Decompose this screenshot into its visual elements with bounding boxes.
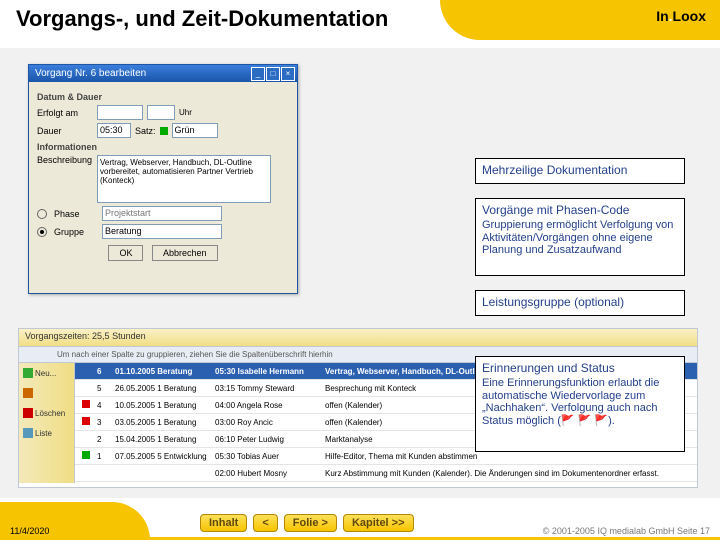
- edit-dialog: Vorgang Nr. 6 bearbeiten _ □ × Datum & D…: [28, 64, 298, 294]
- slide-body: Vorgang Nr. 6 bearbeiten _ □ × Datum & D…: [0, 48, 720, 498]
- nav-chapter[interactable]: Kapitel >>: [343, 514, 414, 532]
- dialog-titlebar[interactable]: Vorgang Nr. 6 bearbeiten _ □ ×: [29, 65, 297, 82]
- gruppe-select[interactable]: Beratung: [102, 224, 222, 239]
- footer-date: 11/4/2020: [10, 526, 49, 536]
- list-icon: [23, 428, 33, 438]
- section-info: Informationen: [37, 142, 289, 152]
- list-button[interactable]: Liste: [19, 423, 74, 443]
- dauer-label: Dauer: [37, 126, 93, 136]
- flag-icon: [82, 400, 90, 408]
- brand-logo: In.Loox: [656, 8, 706, 24]
- flag-icon: [82, 451, 90, 459]
- grid-header: Vorgangszeiten: 25,5 Stunden: [19, 329, 697, 347]
- footer-nav: Inhalt < Folie > Kapitel >>: [200, 514, 414, 532]
- new-button[interactable]: Neu...: [19, 363, 74, 383]
- close-button[interactable]: ×: [281, 67, 295, 81]
- phase-select[interactable]: Projektstart: [102, 206, 222, 221]
- dauer-field[interactable]: 05:30: [97, 123, 131, 138]
- beschr-textarea[interactable]: Vertrag, Webserver, Handbuch, DL-Outline…: [97, 155, 271, 203]
- x-icon: [23, 408, 33, 418]
- table-row[interactable]: 02:00 Hubert MosnyKurz Abstimmung mit Ku…: [75, 465, 697, 482]
- erfolgtem-label: Erfolgt am: [37, 108, 93, 118]
- time-field[interactable]: [147, 105, 175, 120]
- nav-prev[interactable]: <: [253, 514, 277, 532]
- plus-icon: [23, 368, 33, 378]
- satz-field[interactable]: Grün: [172, 123, 218, 138]
- slide-footer: 11/4/2020 Inhalt < Folie > Kapitel >> © …: [0, 498, 720, 540]
- slide-header: Vorgangs-, und Zeit-Dokumentation In.Loo…: [0, 0, 720, 48]
- open-button[interactable]: [19, 383, 74, 403]
- minimize-button[interactable]: _: [251, 67, 265, 81]
- date-field[interactable]: [97, 105, 143, 120]
- gruppe-label: Gruppe: [54, 227, 98, 237]
- dialog-title-text: Vorgang Nr. 6 bearbeiten: [35, 68, 146, 79]
- nav-next[interactable]: Folie >: [284, 514, 337, 532]
- arrow-icon: [23, 388, 33, 398]
- grid-sidebar: Neu... Löschen Liste: [19, 363, 75, 483]
- beschr-label: Beschreibung: [37, 155, 93, 165]
- ok-button[interactable]: OK: [108, 245, 143, 261]
- callout-gruppe: Leistungsgruppe (optional): [475, 290, 685, 316]
- footer-copy: © 2001-2005 IQ medialab GmbH Seite 17: [543, 526, 710, 536]
- callout-status: Erinnerungen und StatusEine Erinnerungsf…: [475, 356, 685, 452]
- slide-title: Vorgangs-, und Zeit-Dokumentation: [16, 6, 388, 32]
- satz-label: Satz:: [135, 126, 156, 136]
- callout-phase: Vorgänge mit Phasen-CodeGruppierung ermö…: [475, 198, 685, 276]
- nav-inhalt[interactable]: Inhalt: [200, 514, 247, 532]
- maximize-button[interactable]: □: [266, 67, 280, 81]
- phase-radio[interactable]: [37, 209, 47, 219]
- delete-button[interactable]: Löschen: [19, 403, 74, 423]
- callout-doc: Mehrzeilige Dokumentation: [475, 158, 685, 184]
- section-datum: Datum & Dauer: [37, 92, 289, 102]
- gruppe-radio[interactable]: [37, 227, 47, 237]
- phase-label: Phase: [54, 209, 98, 219]
- status-dot-icon: [160, 127, 168, 135]
- uhr-label: Uhr: [179, 108, 192, 117]
- flag-icon: [82, 417, 90, 425]
- cancel-button[interactable]: Abbrechen: [152, 245, 218, 261]
